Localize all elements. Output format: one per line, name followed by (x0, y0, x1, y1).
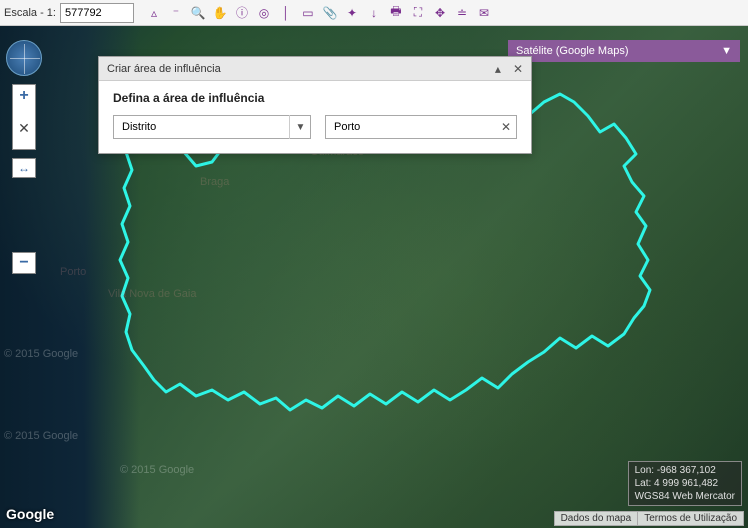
dialog-subtitle: Defina a área de influência (113, 91, 517, 105)
coord-srs: WGS84 Web Mercator (635, 490, 735, 503)
collapse-icon[interactable]: ▴ (495, 62, 501, 76)
close-icon[interactable]: ✕ (513, 62, 523, 76)
scale-input[interactable] (60, 3, 134, 23)
info-icon[interactable]: ⓘ (233, 4, 251, 22)
note-icon[interactable]: ▭ (299, 4, 317, 22)
down-icon[interactable]: ↓ (365, 4, 383, 22)
search-icon[interactable]: 🔍 (189, 4, 207, 22)
hand-icon[interactable]: ✋ (211, 4, 229, 22)
zoom-column: + ✕ (12, 84, 36, 150)
compass-icon[interactable] (6, 40, 42, 76)
google-logo: Google (6, 506, 54, 522)
zoom-out-button[interactable]: − (12, 252, 36, 274)
input-wrap: ✕ (325, 115, 517, 139)
map-canvas[interactable]: + ✕ ↔ − Satélite (Google Maps) ▼ Criar á… (0, 26, 748, 528)
select-wrap: ▼ (113, 115, 311, 139)
print-icon[interactable]: 🖶 (387, 4, 405, 22)
top-toolbar: Escala - 1: ▵ ⁻ 🔍 ✋ ⓘ ◎ │ ▭ 📎 ✦ ↓ 🖶 ⛶ ✥ … (0, 0, 748, 26)
minus-icon[interactable]: ⁻ (167, 4, 185, 22)
influence-dialog: Criar área de influência ▴ ✕ Defina a ár… (98, 56, 532, 154)
line-icon[interactable]: │ (277, 4, 295, 22)
attach-icon[interactable]: 📎 (321, 4, 339, 22)
nav-widget: + ✕ ↔ − (6, 40, 42, 274)
basemap-label: Satélite (Google Maps) (516, 45, 629, 57)
zoom-in-button[interactable]: + (13, 85, 35, 107)
pan-button[interactable]: ↔ (12, 158, 36, 178)
coord-box: Lon: -968 367,102 Lat: 4 999 961,482 WGS… (628, 461, 742, 506)
scale-group: Escala - 1: (4, 3, 134, 23)
mail-icon[interactable]: ✉ (475, 4, 493, 22)
search-input[interactable] (325, 115, 517, 139)
highlight-icon[interactable]: ▵ (145, 4, 163, 22)
basemap-selector[interactable]: Satélite (Google Maps) ▼ (508, 40, 740, 62)
point-icon[interactable]: ✦ (343, 4, 361, 22)
coord-lat: Lat: 4 999 961,482 (635, 477, 735, 490)
coord-lon: Lon: -968 367,102 (635, 464, 735, 477)
measure-icon[interactable]: ≐ (453, 4, 471, 22)
map-data-link[interactable]: Dados do mapa (554, 511, 639, 526)
extent-icon[interactable]: ⛶ (409, 4, 427, 22)
district-select[interactable] (113, 115, 311, 139)
clear-icon[interactable]: ✕ (501, 115, 511, 139)
scale-label: Escala - 1: (4, 7, 56, 19)
dialog-body: Defina a área de influência ▼ ✕ (99, 81, 531, 153)
chevron-down-icon: ▼ (721, 45, 732, 57)
dialog-header[interactable]: Criar área de influência ▴ ✕ (99, 57, 531, 81)
zoom-reset-button[interactable]: ✕ (13, 107, 35, 149)
pan-icon[interactable]: ✥ (431, 4, 449, 22)
terms-link[interactable]: Termos de Utilização (638, 511, 744, 526)
circle-icon[interactable]: ◎ (255, 4, 273, 22)
dialog-title: Criar área de influência (107, 63, 221, 75)
footer-links: Dados do mapa Termos de Utilização (554, 511, 744, 526)
